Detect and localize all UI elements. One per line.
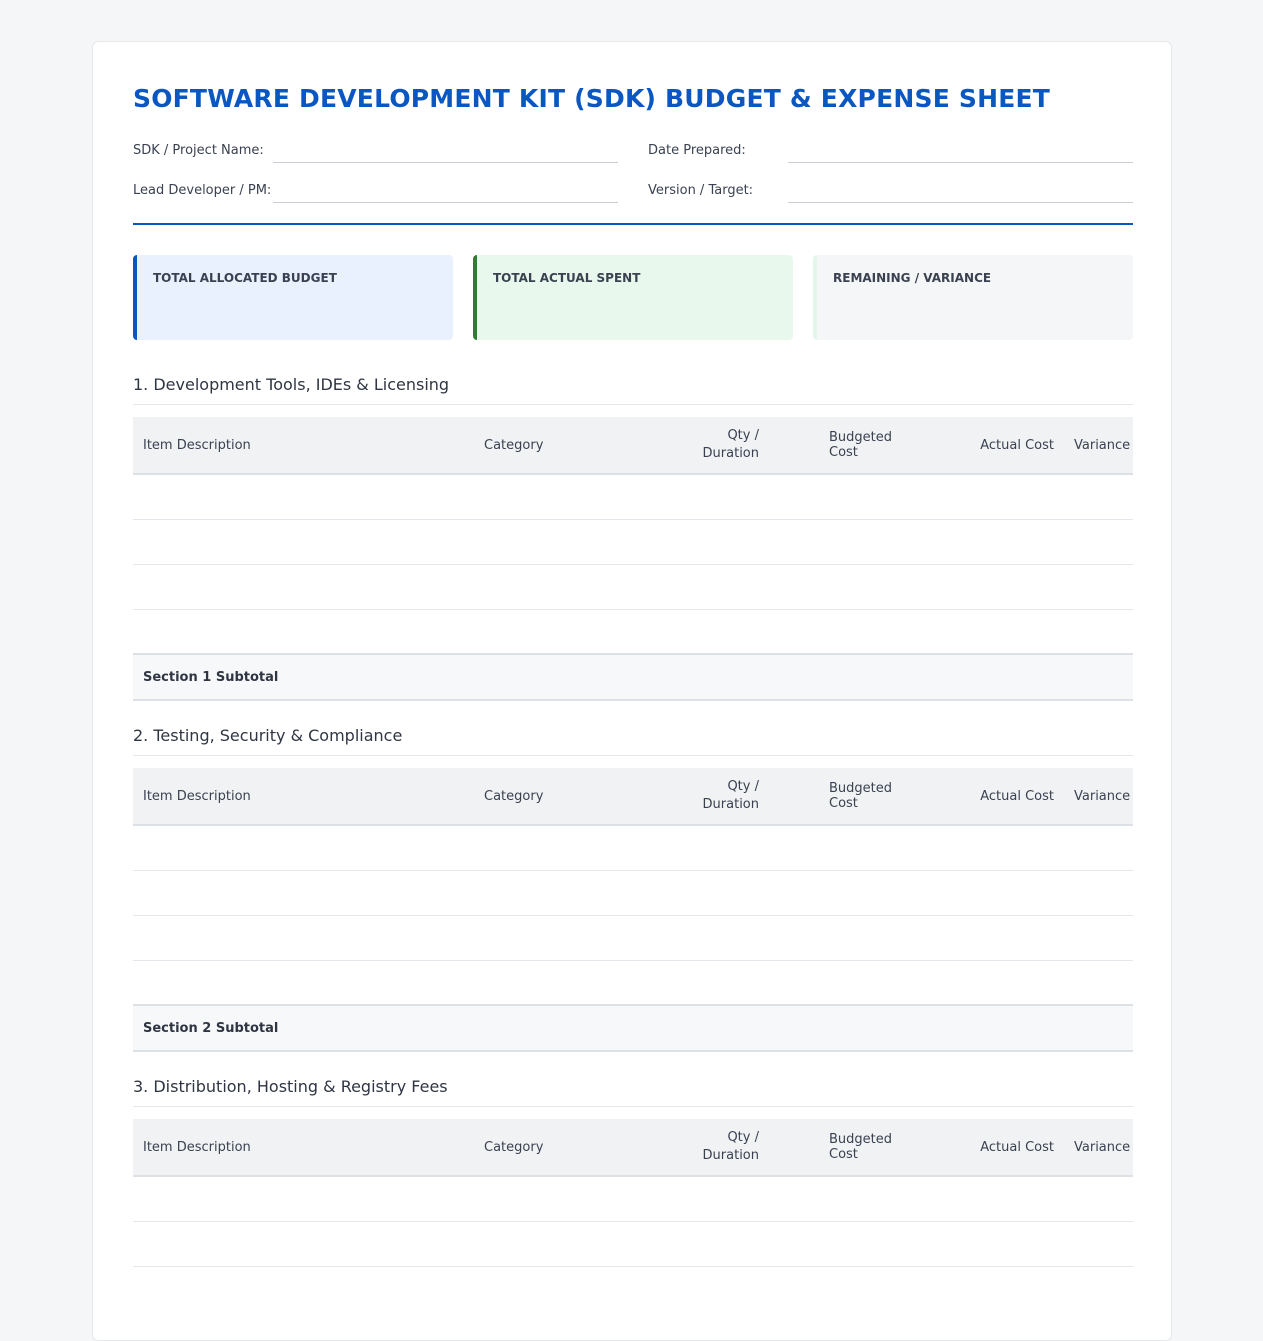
budget-sheet: SOFTWARE DEVELOPMENT KIT (SDK) BUDGET & … — [92, 41, 1172, 1341]
table-row[interactable] — [133, 915, 1133, 961]
table-row[interactable] — [133, 870, 1133, 916]
col-item-description: Item Description — [133, 1119, 474, 1177]
col-actual-cost: Actual Cost — [909, 417, 1064, 475]
summary-cards: TOTAL ALLOCATED BUDGET TOTAL ACTUAL SPEN… — [133, 255, 1133, 340]
col-budgeted-cost: Budgeted Cost — [769, 768, 909, 826]
allocated-budget-label: TOTAL ALLOCATED BUDGET — [153, 271, 337, 285]
col-budgeted-cost: Budgeted Cost — [769, 1119, 909, 1177]
section-title: 1. Development Tools, IDEs & Licensing — [133, 375, 1133, 405]
lead-developer-label: Lead Developer / PM: — [133, 183, 272, 198]
subtotal-row: Section 2 Subtotal — [133, 1004, 1133, 1052]
col-item-description: Item Description — [133, 417, 474, 475]
table-row[interactable] — [133, 519, 1133, 565]
col-category: Category — [474, 1119, 674, 1177]
expense-table: Item Description Category Qty / Duration … — [133, 768, 1133, 1052]
section-distribution: 3. Distribution, Hosting & Registry Fees… — [133, 1077, 1133, 1267]
col-item-description: Item Description — [133, 768, 474, 826]
expense-table: Item Description Category Qty / Duration … — [133, 417, 1133, 701]
col-budgeted-cost: Budgeted Cost — [769, 417, 909, 475]
col-variance: Variance — [1064, 768, 1133, 826]
remaining-variance-card: REMAINING / VARIANCE — [813, 255, 1133, 340]
col-category: Category — [474, 417, 674, 475]
section-title: 3. Distribution, Hosting & Registry Fees — [133, 1077, 1133, 1107]
actual-spent-card: TOTAL ACTUAL SPENT — [473, 255, 793, 340]
project-meta: SDK / Project Name: Date Prepared: Lead … — [133, 138, 1133, 218]
col-qty-duration: Qty / Duration — [674, 1119, 769, 1177]
header-divider — [133, 223, 1133, 225]
subtotal-label: Section 2 Subtotal — [133, 1004, 1133, 1052]
table-row[interactable] — [133, 609, 1133, 655]
col-qty-duration: Qty / Duration — [674, 417, 769, 475]
expense-table: Item Description Category Qty / Duration … — [133, 1119, 1133, 1267]
section-testing: 2. Testing, Security & Compliance Item D… — [133, 726, 1133, 1052]
subtotal-label: Section 1 Subtotal — [133, 653, 1133, 701]
col-variance: Variance — [1064, 1119, 1133, 1177]
table-row[interactable] — [133, 1176, 1133, 1222]
table-row[interactable] — [133, 564, 1133, 610]
section-dev-tools: 1. Development Tools, IDEs & Licensing I… — [133, 375, 1133, 701]
allocated-budget-card: TOTAL ALLOCATED BUDGET — [133, 255, 453, 340]
page-title: SOFTWARE DEVELOPMENT KIT (SDK) BUDGET & … — [133, 84, 1051, 113]
table-row[interactable] — [133, 1221, 1133, 1267]
project-name-field[interactable] — [273, 138, 618, 163]
table-row[interactable] — [133, 960, 1133, 1006]
remaining-variance-label: REMAINING / VARIANCE — [833, 271, 992, 285]
col-variance: Variance — [1064, 417, 1133, 475]
col-category: Category — [474, 768, 674, 826]
col-qty-duration: Qty / Duration — [674, 768, 769, 826]
lead-developer-field[interactable] — [273, 178, 618, 203]
table-row[interactable] — [133, 825, 1133, 871]
version-target-label: Version / Target: — [648, 183, 754, 198]
version-target-field[interactable] — [788, 178, 1133, 203]
subtotal-row: Section 1 Subtotal — [133, 653, 1133, 701]
project-name-label: SDK / Project Name: — [133, 143, 264, 158]
section-title: 2. Testing, Security & Compliance — [133, 726, 1133, 756]
date-prepared-label: Date Prepared: — [648, 143, 746, 158]
actual-spent-label: TOTAL ACTUAL SPENT — [493, 271, 641, 285]
date-prepared-field[interactable] — [788, 138, 1133, 163]
table-row[interactable] — [133, 474, 1133, 520]
col-actual-cost: Actual Cost — [909, 768, 1064, 826]
col-actual-cost: Actual Cost — [909, 1119, 1064, 1177]
